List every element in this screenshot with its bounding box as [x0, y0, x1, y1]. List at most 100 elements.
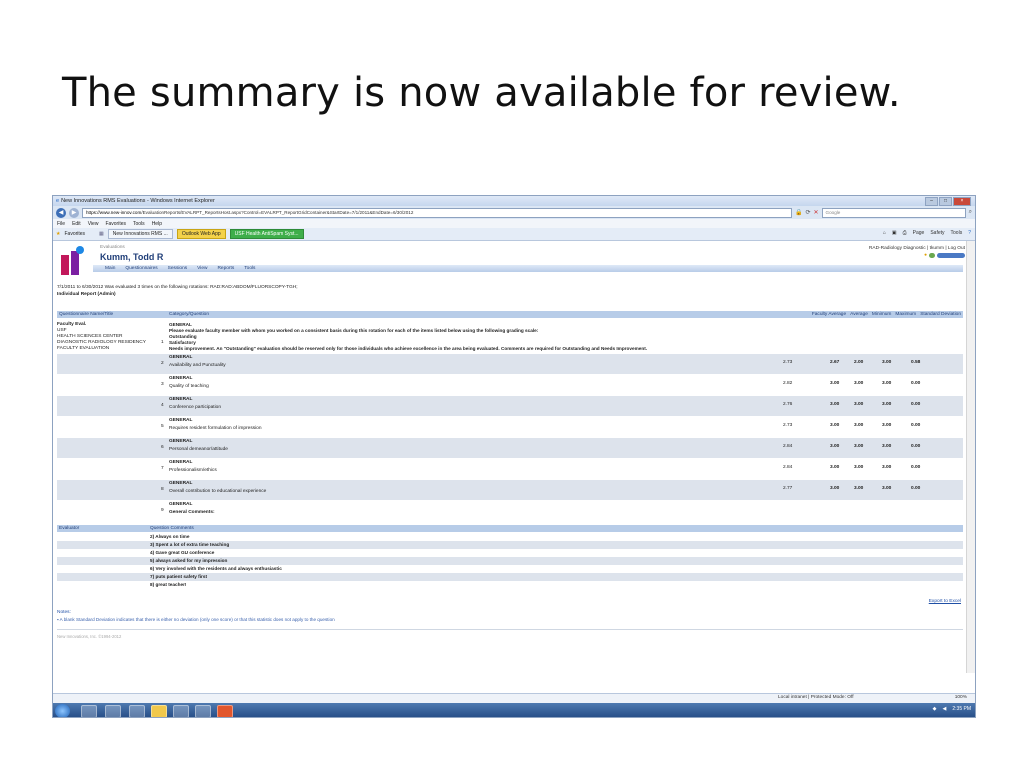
feeds-icon[interactable]: ▣ — [892, 230, 897, 236]
menu-file[interactable]: File — [57, 221, 65, 227]
menu-tools[interactable]: Tools — [133, 221, 145, 227]
page-scrollbar[interactable] — [966, 241, 975, 673]
table-row: 9 GENERAL General Comments: — [57, 501, 963, 521]
refresh-icon[interactable]: ⟳ — [805, 209, 810, 216]
address-bar[interactable]: https://www.new-innov.com/EvaluationRepo… — [82, 207, 792, 218]
feedback-pill[interactable] — [937, 253, 965, 258]
app-nav: Main Questionnaires Sessions View Report… — [93, 265, 963, 272]
question-category: GENERAL — [169, 439, 193, 444]
nav-view[interactable]: View — [197, 266, 207, 271]
tab-usf-antispam[interactable]: USF Health AntiSpam Syst... — [229, 229, 304, 239]
lock-icon: 🔒 — [795, 210, 803, 216]
question-number: 1 — [161, 339, 164, 344]
col-maximum: Maximum — [895, 312, 917, 317]
print-icon[interactable]: ⎙ — [903, 230, 907, 236]
page-content: Evaluations Kumm, Todd R RAD-Radiology D… — [53, 241, 975, 673]
col-question-comments: Question Comments — [150, 526, 194, 531]
taskbar-word-icon[interactable] — [195, 705, 211, 717]
copyright: New Innovations, Inc. ©1994-2012 — [57, 634, 122, 639]
intro-line: Needs improvement. An "Outstanding" eval… — [169, 346, 648, 351]
table-row: 5 GENERAL Requires resident formulation … — [57, 417, 963, 437]
taskbar-explorer-icon[interactable] — [105, 705, 121, 717]
col-faculty-average: Faculty Average — [811, 312, 847, 317]
minimum: 2.00 — [854, 360, 864, 365]
taskbar-ie-icon[interactable] — [81, 705, 97, 717]
taskbar-media-icon[interactable] — [129, 705, 145, 717]
forward-button[interactable]: ▶ — [69, 207, 79, 218]
average: 3.00 — [830, 423, 840, 428]
question-text: Personal demeanor/attitude — [169, 447, 228, 452]
help-pill[interactable] — [929, 253, 935, 258]
menu-view[interactable]: View — [88, 221, 99, 227]
taskbar-pdf-icon[interactable] — [217, 705, 233, 717]
zoom-level[interactable]: 100% — [955, 695, 967, 700]
comment-row: 8) great teacher! — [57, 581, 963, 589]
tab-outlook[interactable]: Outlook Web App — [176, 229, 226, 239]
taskbar-app-icon[interactable] — [173, 705, 189, 717]
menu-edit[interactable]: Edit — [72, 221, 81, 227]
address-host: https://www.new-innov.com — [86, 209, 142, 215]
clock[interactable]: 2:35 PM — [952, 706, 971, 712]
menu-help[interactable]: Help — [152, 221, 162, 227]
std-dev: 0.58 — [911, 360, 921, 365]
help-icon[interactable]: ? — [968, 230, 971, 236]
col-minimum: Minimum — [871, 312, 892, 317]
taskbar-outlook-icon[interactable] — [151, 705, 167, 717]
report-type: Individual Report (Admin) — [57, 292, 116, 297]
search-icon[interactable]: ⌕ — [969, 209, 972, 216]
start-button[interactable] — [55, 704, 70, 717]
comment-text: 8) great teacher! — [150, 582, 187, 587]
comment-row: 7) puts patient safety first — [57, 573, 963, 581]
close-button[interactable]: × — [953, 197, 971, 206]
account-links[interactable]: RAD-Radiology Diagnostic | tkumm | Log O… — [869, 246, 965, 251]
menu-favorites[interactable]: Favorites — [105, 221, 126, 227]
nav-sessions[interactable]: Sessions — [168, 266, 187, 271]
comment-row: 5) always asked for my impression — [57, 557, 963, 565]
comments-header: Evaluator Question Comments — [57, 525, 963, 532]
faculty-average: 2.77 — [783, 486, 793, 491]
maximize-button[interactable]: □ — [939, 197, 952, 206]
faculty-average: 2.73 — [783, 423, 793, 428]
question-number: 9 — [161, 508, 164, 513]
faculty-average: 2.82 — [783, 381, 793, 386]
back-button[interactable]: ◀ — [56, 207, 66, 218]
question-number: 6 — [161, 445, 164, 450]
question-number: 2 — [161, 361, 164, 366]
windows-taskbar: ◆ ◀ 2:35 PM — [53, 703, 975, 717]
std-dev: 0.00 — [911, 444, 921, 449]
average: 3.00 — [830, 381, 840, 386]
nav-questionnaires[interactable]: Questionnaires — [125, 266, 157, 271]
nav-tools[interactable]: Tools — [244, 266, 255, 271]
search-input[interactable]: Google — [821, 207, 966, 218]
status-bar: Local intranet | Protected Mode: Off 100… — [53, 693, 975, 703]
minimize-button[interactable]: – — [925, 197, 938, 206]
average: 2.67 — [830, 360, 840, 365]
question-text: Requires resident formulation of impress… — [169, 426, 262, 431]
page-menu[interactable]: Page — [913, 230, 925, 236]
favorites-button[interactable]: Favorites — [64, 231, 85, 237]
network-icon[interactable]: ◆ — [933, 706, 937, 712]
comment-row: 2) Always on time — [57, 533, 963, 541]
tab-new-innovations[interactable]: New Innovations RMS ... — [107, 229, 173, 239]
nav-main[interactable]: Main — [105, 266, 115, 271]
footer-divider — [57, 629, 963, 630]
question-text: General Comments: — [169, 510, 215, 515]
new-innovations-logo — [61, 246, 84, 275]
info-icon[interactable]: ● — [924, 253, 927, 258]
security-zone: Local intranet | Protected Mode: Off — [778, 695, 854, 700]
tools-menu[interactable]: Tools — [951, 230, 963, 236]
minimum: 3.00 — [854, 465, 864, 470]
comment-text: 6) Very involved with the residents and … — [150, 566, 282, 571]
faculty-average: 2.84 — [783, 444, 793, 449]
stop-icon[interactable]: ✕ — [814, 209, 819, 216]
safety-menu[interactable]: Safety — [930, 230, 944, 236]
export-to-excel-link[interactable]: Export to Excel — [929, 599, 961, 604]
notes-label: Notes: — [57, 610, 71, 615]
home-icon[interactable]: ⌂ — [883, 230, 886, 236]
question-number: 3 — [161, 382, 164, 387]
volume-icon[interactable]: ◀ — [943, 706, 947, 712]
tab-grid-icon[interactable]: ▦ — [99, 231, 104, 237]
nav-reports[interactable]: Reports — [217, 266, 234, 271]
table-header: Questionnaire Name/Title Category/Questi… — [57, 311, 963, 318]
std-dev: 0.00 — [911, 423, 921, 428]
